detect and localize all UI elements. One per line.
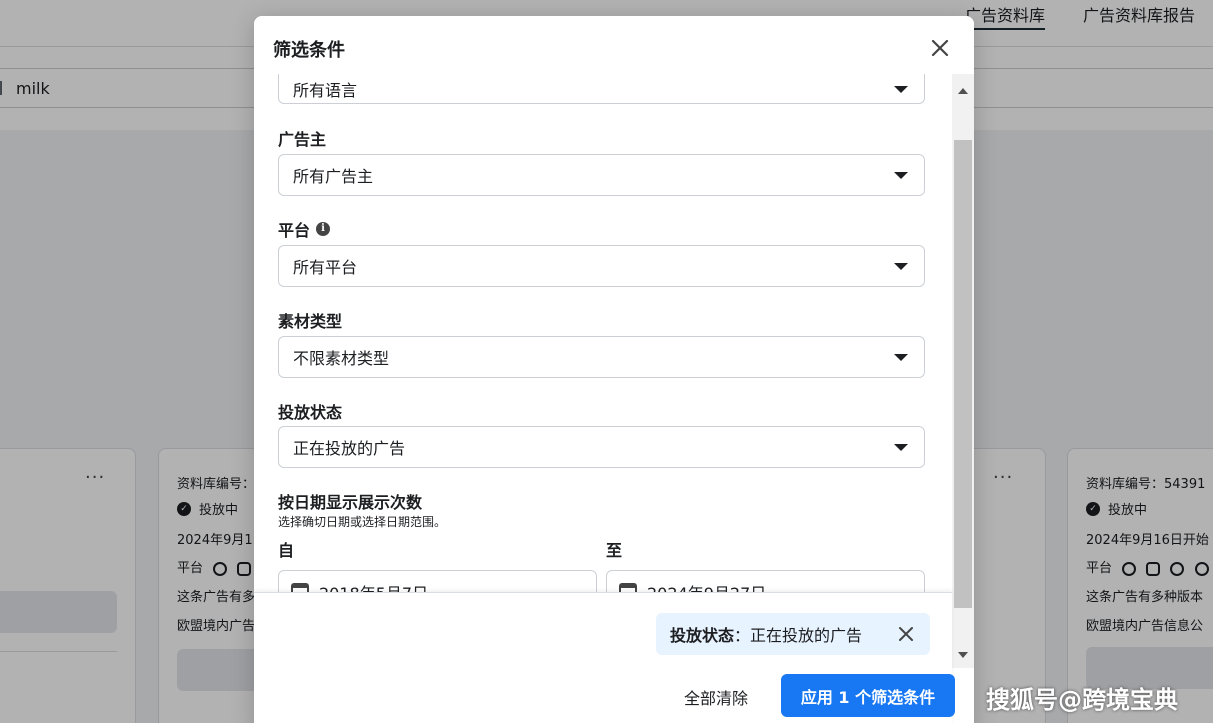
date-from-input[interactable]: 2018年5月7日: [278, 570, 597, 592]
clear-all-button[interactable]: 全部清除: [684, 685, 748, 709]
chip-key: 投放状态: [670, 626, 735, 645]
dialog-title: 筛选条件: [273, 40, 345, 61]
active-status-select[interactable]: 正在投放的广告: [278, 426, 925, 468]
date-from-label: 自: [278, 541, 295, 560]
media-type-select[interactable]: 不限素材类型: [278, 336, 925, 378]
dialog-footer: 投放状态 ：正在投放的广告 全部清除 应用 1 个筛选条件: [254, 592, 955, 723]
watermark-text: 搜狐号@跨境宝典: [986, 686, 1178, 714]
scrollbar-thumb[interactable]: [954, 140, 972, 608]
chevron-down-icon: [894, 172, 908, 179]
scroll-down-arrow-icon[interactable]: [958, 652, 968, 658]
remove-filter-button[interactable]: [896, 624, 916, 644]
close-button[interactable]: [928, 36, 952, 60]
dialog-scrollbar[interactable]: [952, 74, 974, 668]
chevron-down-icon: [894, 263, 908, 270]
date-range-label-text: 按日期显示展示次数: [278, 493, 423, 512]
advertiser-label-text: 广告主: [278, 130, 327, 149]
platform-select-value: 所有平台: [293, 258, 358, 277]
active-status-select-value: 正在投放的广告: [293, 439, 406, 458]
date-to-label: 至: [606, 541, 623, 560]
date-to-value: 2024年9月27日: [647, 580, 766, 592]
media-type-label: 素材类型: [278, 308, 342, 332]
active-status-label-text: 投放状态: [278, 403, 343, 422]
platform-label: 平台 i: [278, 217, 331, 241]
active-status-label: 投放状态: [278, 399, 342, 423]
chevron-down-icon: [894, 86, 908, 93]
date-to-input[interactable]: 2024年9月27日: [606, 570, 925, 592]
close-icon: [899, 627, 913, 641]
calendar-icon: [291, 583, 309, 592]
chevron-down-icon: [894, 444, 908, 451]
apply-filters-button[interactable]: 应用 1 个筛选条件: [781, 674, 955, 717]
advertiser-label: 广告主: [278, 126, 326, 150]
dialog-header: 筛选条件: [254, 16, 974, 74]
active-filter-chip: 投放状态 ：正在投放的广告: [656, 613, 930, 655]
date-range-label: 按日期显示展示次数: [278, 489, 422, 513]
language-select[interactable]: 所有语言: [278, 74, 925, 104]
date-range-hint: 选择确切日期或选择日期范围。: [278, 515, 447, 529]
advertiser-select-value: 所有广告主: [293, 167, 374, 186]
close-icon: [931, 39, 949, 57]
media-type-select-value: 不限素材类型: [293, 349, 390, 368]
date-from-value: 2018年5月7日: [319, 580, 428, 592]
info-icon[interactable]: i: [316, 222, 331, 236]
platform-select[interactable]: 所有平台: [278, 245, 925, 287]
calendar-icon: [619, 583, 637, 592]
chip-value: ：正在投放的广告: [734, 626, 863, 645]
dialog-scroll-area[interactable]: 所有语言 广告主 所有广告主 平台 i 所有平台 素材类型 不限素材类型 投放状…: [254, 74, 952, 592]
chevron-down-icon: [894, 354, 908, 361]
filter-dialog: 筛选条件 所有语言 广告主 所有广告主 平台 i 所有平台 素材类型 不限素材类…: [254, 16, 974, 723]
scroll-up-arrow-icon[interactable]: [958, 88, 968, 94]
advertiser-select[interactable]: 所有广告主: [278, 154, 925, 196]
language-select-value: 所有语言: [293, 81, 358, 100]
media-type-label-text: 素材类型: [278, 312, 343, 331]
platform-label-text: 平台: [278, 221, 311, 240]
